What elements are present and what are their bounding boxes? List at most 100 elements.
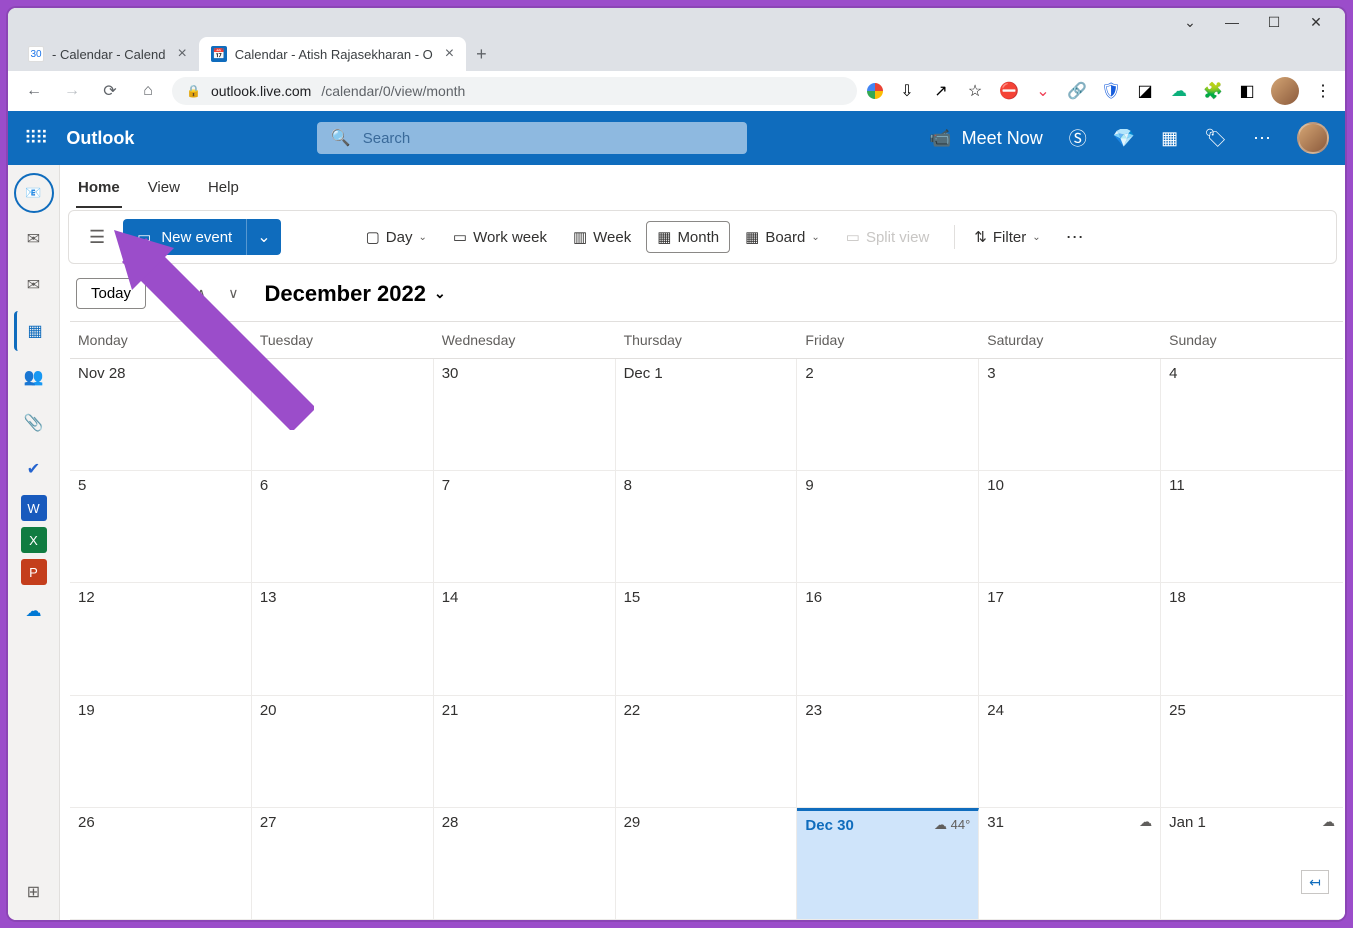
day-cell[interactable]: 22 bbox=[616, 696, 798, 807]
google-icon[interactable] bbox=[867, 83, 883, 99]
next-month-button[interactable]: ∨ bbox=[220, 281, 246, 306]
day-cell[interactable]: 20 bbox=[252, 696, 434, 807]
install-icon[interactable]: ⇩ bbox=[897, 81, 917, 101]
chevron-down-icon[interactable]: ⌄ bbox=[1181, 14, 1199, 31]
new-event-button[interactable]: ▭ New event ⌄ bbox=[123, 219, 280, 255]
new-tab-button[interactable]: + bbox=[466, 38, 497, 71]
day-cell[interactable]: 30 bbox=[434, 359, 616, 470]
day-cell[interactable]: 7 bbox=[434, 471, 616, 582]
day-cell[interactable]: 6 bbox=[252, 471, 434, 582]
day-cell[interactable]: 31☁ bbox=[979, 808, 1161, 919]
sidepanel-icon[interactable]: ◧ bbox=[1237, 81, 1257, 101]
day-cell[interactable]: 27 bbox=[252, 808, 434, 919]
today-button[interactable]: Today bbox=[76, 278, 146, 309]
meet-now-button[interactable]: 📹 Meet Now bbox=[929, 128, 1042, 149]
ext-icon[interactable]: ☁ bbox=[1169, 81, 1189, 101]
day-cell[interactable]: Jan 1☁ bbox=[1161, 808, 1343, 919]
reload-button[interactable]: ⟳ bbox=[96, 77, 124, 105]
minimize-icon[interactable]: ― bbox=[1223, 14, 1241, 31]
address-bar[interactable]: 🔒 outlook.live.com/calendar/0/view/month bbox=[172, 77, 857, 105]
day-cell[interactable]: 29 bbox=[616, 808, 798, 919]
mail-alt-icon[interactable]: ✉ bbox=[14, 265, 54, 305]
people-icon[interactable]: 👥 bbox=[14, 357, 54, 397]
day-cell[interactable]: Dec 30☁ 44° bbox=[797, 808, 979, 919]
skype-icon[interactable]: Ⓢ bbox=[1069, 125, 1087, 151]
day-cell[interactable]: Dec 1 bbox=[616, 359, 798, 470]
bitwarden-icon[interactable]: 🛡 bbox=[1101, 81, 1121, 101]
share-icon[interactable]: ↗ bbox=[931, 81, 951, 101]
home-button[interactable]: ⌂ bbox=[134, 77, 162, 105]
day-cell[interactable]: 28 bbox=[434, 808, 616, 919]
search-input[interactable] bbox=[363, 130, 733, 147]
browser-tab-outlook-calendar[interactable]: 📅 Calendar - Atish Rajasekharan - O × bbox=[199, 37, 466, 71]
day-view-button[interactable]: ▢Day⌄ bbox=[355, 221, 438, 253]
day-cell[interactable]: 5 bbox=[70, 471, 252, 582]
more-icon[interactable]: ⋯ bbox=[1253, 128, 1271, 149]
day-cell[interactable]: 3 bbox=[979, 359, 1161, 470]
profile-avatar[interactable] bbox=[1271, 77, 1299, 105]
day-cell[interactable]: 13 bbox=[252, 583, 434, 694]
search-box[interactable]: 🔍 bbox=[317, 122, 747, 154]
day-cell[interactable]: 2 bbox=[797, 359, 979, 470]
day-cell[interactable]: 10 bbox=[979, 471, 1161, 582]
app-launcher-icon[interactable]: ⠿⠿ bbox=[24, 128, 46, 149]
extensions-icon[interactable]: 🧩 bbox=[1203, 81, 1223, 101]
day-cell[interactable]: 23 bbox=[797, 696, 979, 807]
todo-icon[interactable]: ✔ bbox=[14, 449, 54, 489]
close-icon[interactable]: ✕ bbox=[1307, 14, 1325, 31]
adblock-icon[interactable]: ⛔ bbox=[999, 81, 1019, 101]
day-cell[interactable]: 16 bbox=[797, 583, 979, 694]
day-cell[interactable]: 8 bbox=[616, 471, 798, 582]
files-icon[interactable]: 📎 bbox=[14, 403, 54, 443]
maximize-icon[interactable]: ☐ bbox=[1265, 14, 1283, 31]
day-cell[interactable]: 25 bbox=[1161, 696, 1343, 807]
more-apps-icon[interactable]: ⊞ bbox=[14, 872, 54, 912]
split-view-button[interactable]: ▭Split view bbox=[835, 221, 941, 253]
tab-home[interactable]: Home bbox=[76, 175, 122, 208]
premium-icon[interactable]: 💎 bbox=[1113, 128, 1135, 149]
board-view-button[interactable]: ▦Board⌄ bbox=[734, 221, 831, 253]
close-tab-icon[interactable]: × bbox=[177, 45, 186, 63]
menu-icon[interactable]: ⋮ bbox=[1313, 81, 1333, 101]
tab-help[interactable]: Help bbox=[206, 175, 241, 208]
day-cell[interactable]: 29 bbox=[252, 359, 434, 470]
month-view-button[interactable]: ▦Month bbox=[646, 221, 730, 253]
outlook-app-icon[interactable]: 📧 bbox=[14, 173, 54, 213]
day-cell[interactable]: 9 bbox=[797, 471, 979, 582]
mail-icon[interactable]: ✉ bbox=[14, 219, 54, 259]
day-cell[interactable]: 14 bbox=[434, 583, 616, 694]
day-cell[interactable]: 4 bbox=[1161, 359, 1343, 470]
day-cell[interactable]: 26 bbox=[70, 808, 252, 919]
day-cell[interactable]: 17 bbox=[979, 583, 1161, 694]
excel-icon[interactable]: X bbox=[21, 527, 47, 553]
day-cell[interactable]: 19 bbox=[70, 696, 252, 807]
tab-view[interactable]: View bbox=[146, 175, 182, 208]
word-icon[interactable]: W bbox=[21, 495, 47, 521]
forward-button[interactable]: → bbox=[58, 77, 86, 105]
onedrive-icon[interactable]: ☁ bbox=[14, 591, 54, 631]
week-view-button[interactable]: ▥Week bbox=[562, 221, 642, 253]
restore-pane-button[interactable]: ↤ bbox=[1301, 870, 1329, 894]
day-cell[interactable]: 18 bbox=[1161, 583, 1343, 694]
day-cell[interactable]: 24 bbox=[979, 696, 1161, 807]
ext-icon[interactable]: ◪ bbox=[1135, 81, 1155, 101]
more-actions-icon[interactable]: ⋯ bbox=[1060, 227, 1090, 248]
tips-icon[interactable]: 🏷 bbox=[1204, 128, 1227, 149]
powerpoint-icon[interactable]: P bbox=[21, 559, 47, 585]
news-icon[interactable]: ▦ bbox=[1161, 128, 1178, 149]
day-cell[interactable]: 15 bbox=[616, 583, 798, 694]
pocket-icon[interactable]: ⌄ bbox=[1033, 81, 1053, 101]
filter-button[interactable]: ⇅Filter⌄ bbox=[963, 221, 1051, 253]
ext-icon[interactable]: 🔗 bbox=[1067, 81, 1087, 101]
back-button[interactable]: ← bbox=[20, 77, 48, 105]
new-event-dropdown[interactable]: ⌄ bbox=[246, 219, 280, 255]
close-tab-icon[interactable]: × bbox=[445, 45, 454, 63]
work-week-button[interactable]: ▭Work week bbox=[442, 221, 558, 253]
new-event-main[interactable]: ▭ New event bbox=[123, 219, 246, 255]
calendar-icon[interactable]: ▦ bbox=[14, 311, 54, 351]
day-cell[interactable]: Nov 28 bbox=[70, 359, 252, 470]
day-cell[interactable]: 12 bbox=[70, 583, 252, 694]
account-avatar[interactable] bbox=[1297, 122, 1329, 154]
month-year-label[interactable]: December 2022 ⌄ bbox=[265, 281, 446, 307]
day-cell[interactable]: 11 bbox=[1161, 471, 1343, 582]
